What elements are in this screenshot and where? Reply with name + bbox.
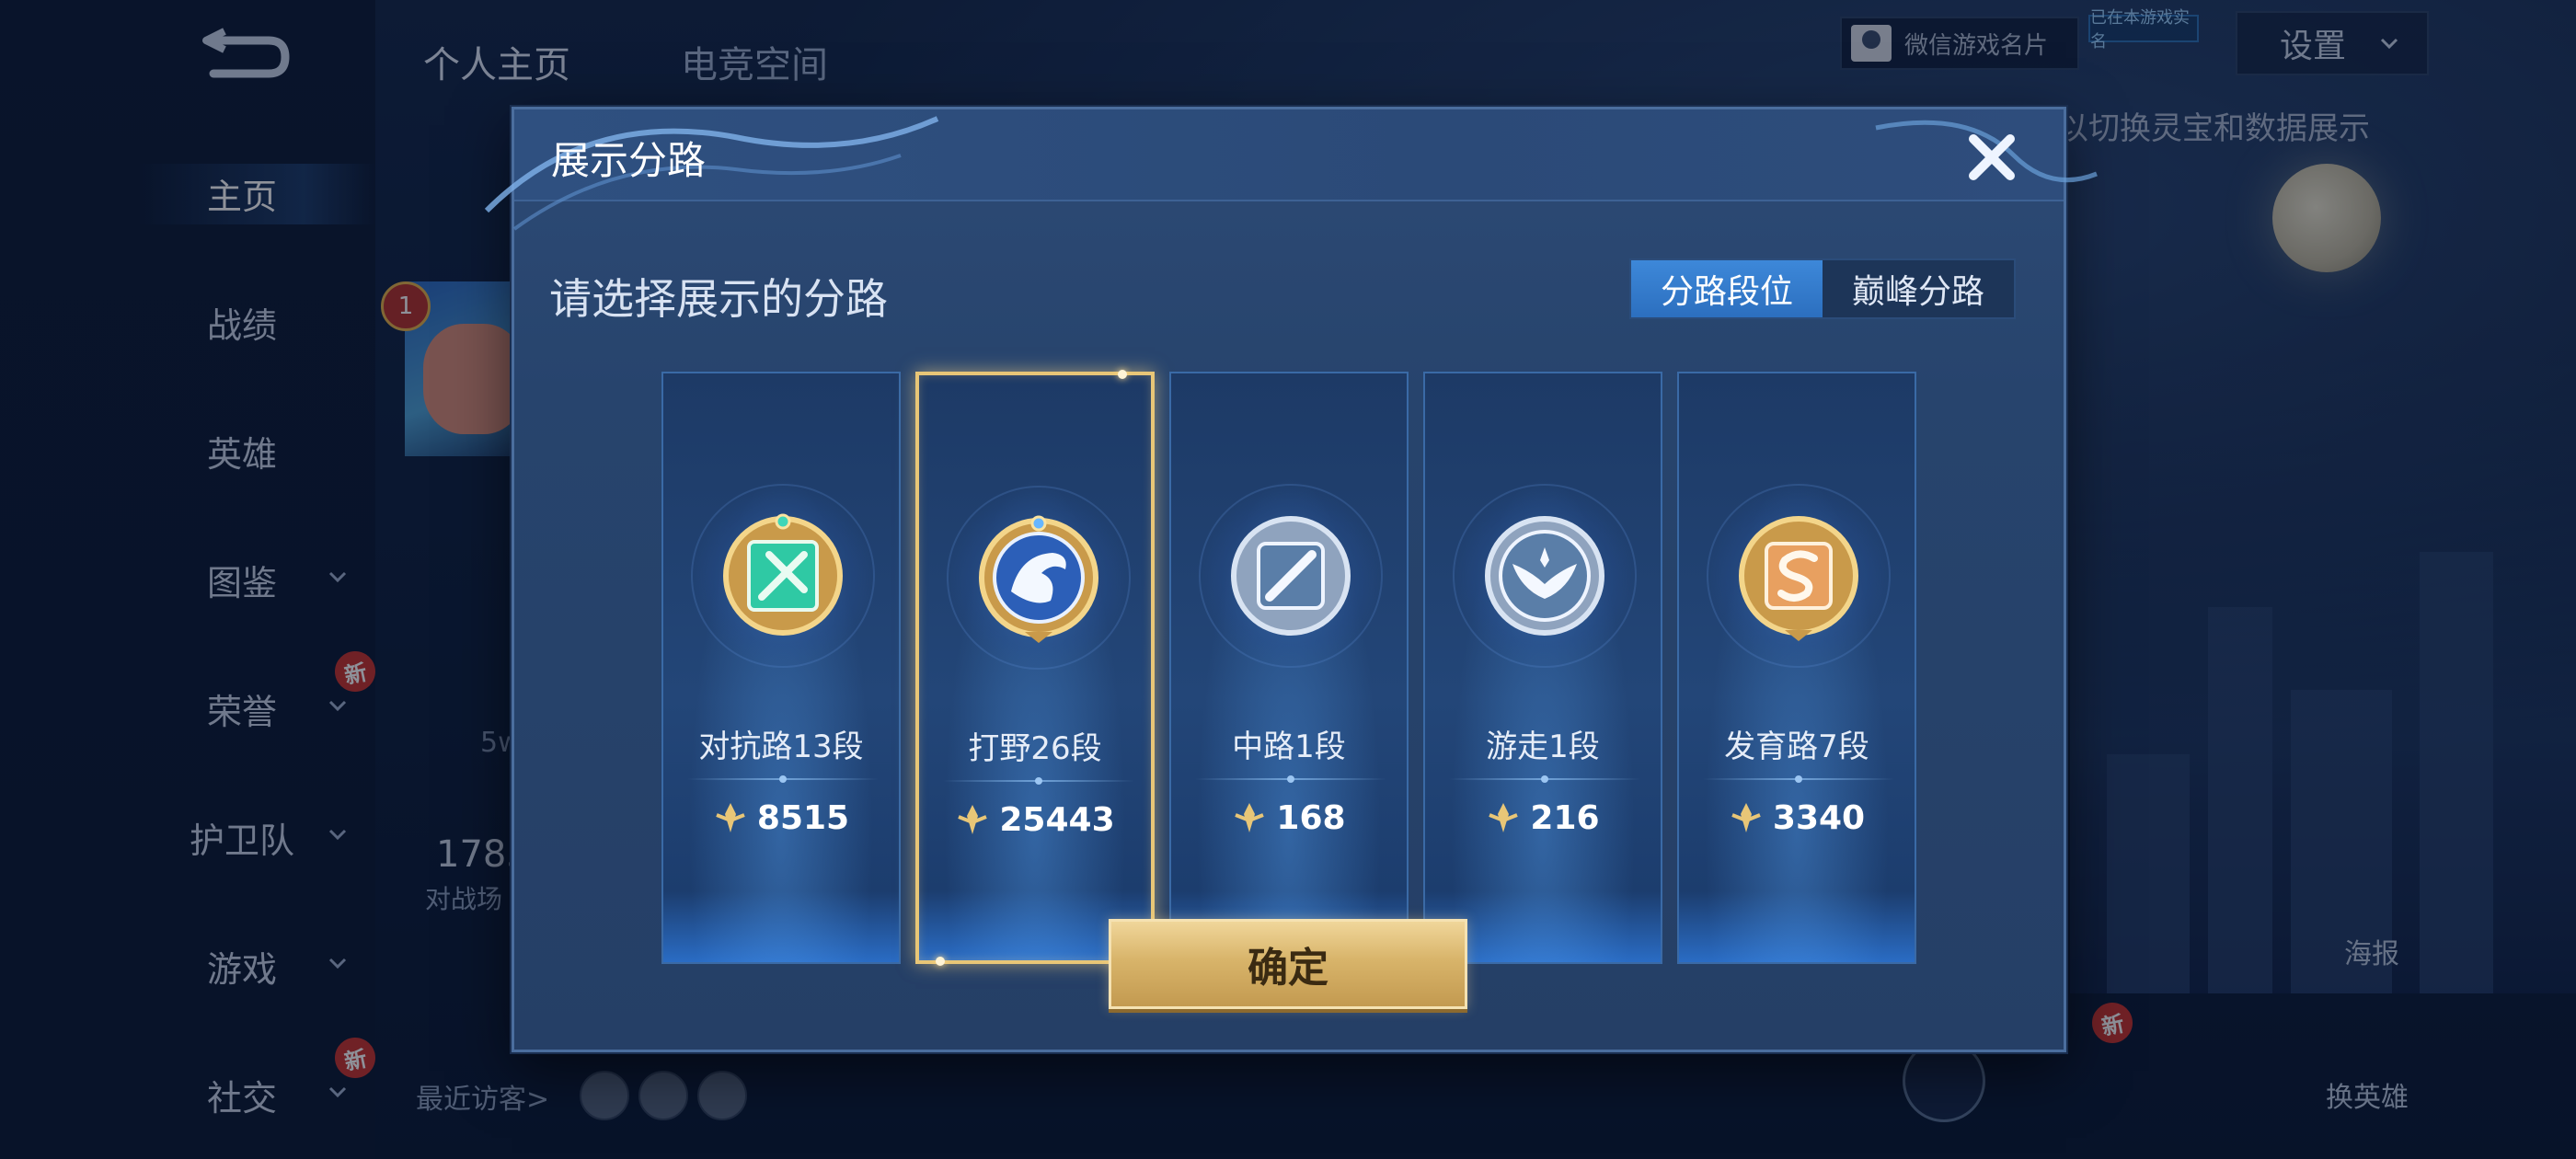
divider bbox=[943, 777, 1134, 785]
lane-score: 216 bbox=[1530, 798, 1600, 837]
lane-score: 25443 bbox=[999, 800, 1115, 839]
lane-name: 对抗路13段 bbox=[698, 729, 864, 765]
lane-name: 发育路7段 bbox=[1724, 729, 1869, 765]
confirm-button[interactable]: 确定 bbox=[1109, 919, 1467, 1009]
wings-emblem-icon bbox=[1485, 516, 1604, 636]
lane-cards: 对抗路13段 8515 打野26段 25443 中路1段 168 游走1段 21… bbox=[661, 370, 1922, 966]
dragon-emblem-icon bbox=[979, 515, 1098, 643]
score-row: 25443 bbox=[919, 797, 1151, 843]
dialog-header: 展示分路 bbox=[484, 109, 2098, 231]
lane-name: 中路1段 bbox=[1232, 729, 1346, 765]
close-button[interactable] bbox=[1959, 124, 2025, 190]
lane-card-mid[interactable]: 中路1段 168 bbox=[1169, 372, 1409, 964]
divider bbox=[1449, 775, 1640, 783]
selection-sparkle bbox=[936, 957, 945, 966]
lane-card-top[interactable]: 对抗路13段 8515 bbox=[661, 372, 901, 964]
target-emblem-icon bbox=[1739, 516, 1858, 641]
tab-lane-rank[interactable]: 分路段位 bbox=[1631, 260, 1823, 317]
lane-name: 游走1段 bbox=[1486, 729, 1600, 765]
lane-tab-group: 分路段位 巅峰分路 bbox=[1629, 258, 2016, 319]
select-lane-prompt: 请选择展示的分路 bbox=[549, 274, 888, 324]
close-icon bbox=[1969, 134, 2015, 180]
lane-score: 8515 bbox=[756, 798, 850, 837]
dialog-title: 展示分路 bbox=[551, 138, 707, 183]
score-row: 216 bbox=[1425, 795, 1661, 841]
lane-display-dialog: 展示分路 请选择展示的分路 分路段位 巅峰分路 对抗路13段 8515 打野26… bbox=[484, 107, 2098, 1052]
lane-card-roam[interactable]: 游走1段 216 bbox=[1423, 372, 1662, 964]
lane-score: 168 bbox=[1276, 798, 1346, 837]
tab-peak-lane[interactable]: 巅峰分路 bbox=[1823, 260, 2014, 317]
divider bbox=[1195, 775, 1386, 783]
lane-card-farm[interactable]: 发育路7段 3340 bbox=[1677, 372, 1916, 964]
rank-points-icon bbox=[1489, 803, 1519, 832]
score-row: 3340 bbox=[1679, 795, 1915, 841]
score-row: 8515 bbox=[663, 795, 899, 841]
sword-emblem-icon bbox=[723, 513, 843, 636]
game-screen: 主页 战绩 英雄 图鉴 荣誉 新 护卫队 游戏 社交 新 个人主页 电竞空间 微… bbox=[0, 0, 2576, 1159]
lane-card-jungle[interactable]: 打野26段 25443 bbox=[915, 370, 1155, 966]
rank-points-icon bbox=[958, 805, 988, 834]
lane-score: 3340 bbox=[1772, 798, 1866, 837]
rank-points-icon bbox=[1731, 803, 1761, 832]
rank-points-icon bbox=[1235, 803, 1265, 832]
divider bbox=[687, 775, 879, 783]
divider bbox=[1703, 775, 1894, 783]
selection-sparkle bbox=[1118, 370, 1127, 379]
lane-name: 打野26段 bbox=[968, 730, 1102, 767]
score-row: 168 bbox=[1171, 795, 1407, 841]
rank-points-icon bbox=[716, 803, 745, 832]
staff-emblem-icon bbox=[1231, 516, 1351, 636]
